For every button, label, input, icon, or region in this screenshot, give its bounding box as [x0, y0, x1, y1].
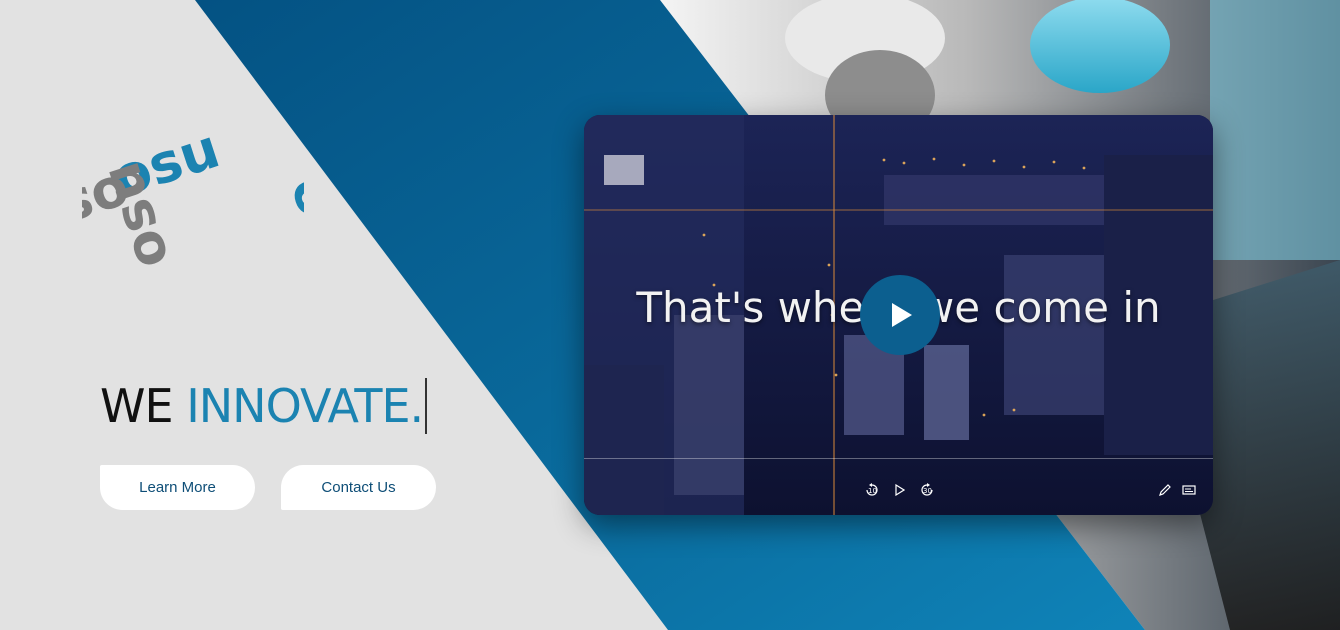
video-player[interactable]: That's where we come in 10 30 [584, 115, 1213, 515]
hero-headline: WE INNOVATE. [100, 378, 428, 434]
video-progress-bar[interactable] [584, 458, 1213, 459]
play-control-button[interactable] [889, 479, 911, 501]
play-icon [892, 303, 912, 327]
contact-us-button[interactable]: Contact Us [281, 465, 436, 510]
headline-prefix: WE [100, 379, 174, 433]
svg-text:osu: osu [278, 169, 304, 291]
play-button[interactable] [860, 275, 940, 355]
play-icon [895, 484, 905, 496]
headline-accent: INNOVATE. [186, 379, 424, 433]
rewind-10-button[interactable]: 10 [861, 479, 883, 501]
captions-icon [1182, 485, 1196, 495]
forward-label: 30 [923, 487, 932, 495]
edit-button[interactable] [1154, 479, 1176, 501]
captions-button[interactable] [1178, 479, 1200, 501]
glass-reflection [1210, 0, 1340, 260]
hard-hat-teal [1030, 0, 1170, 93]
forward-30-button[interactable]: 30 [916, 479, 938, 501]
text-caret [425, 378, 428, 434]
pencil-icon [1159, 484, 1171, 496]
rewind-label: 10 [868, 487, 877, 495]
learn-more-button[interactable]: Learn More [100, 465, 255, 510]
osu-logo: osu osu osu osu [82, 117, 304, 291]
